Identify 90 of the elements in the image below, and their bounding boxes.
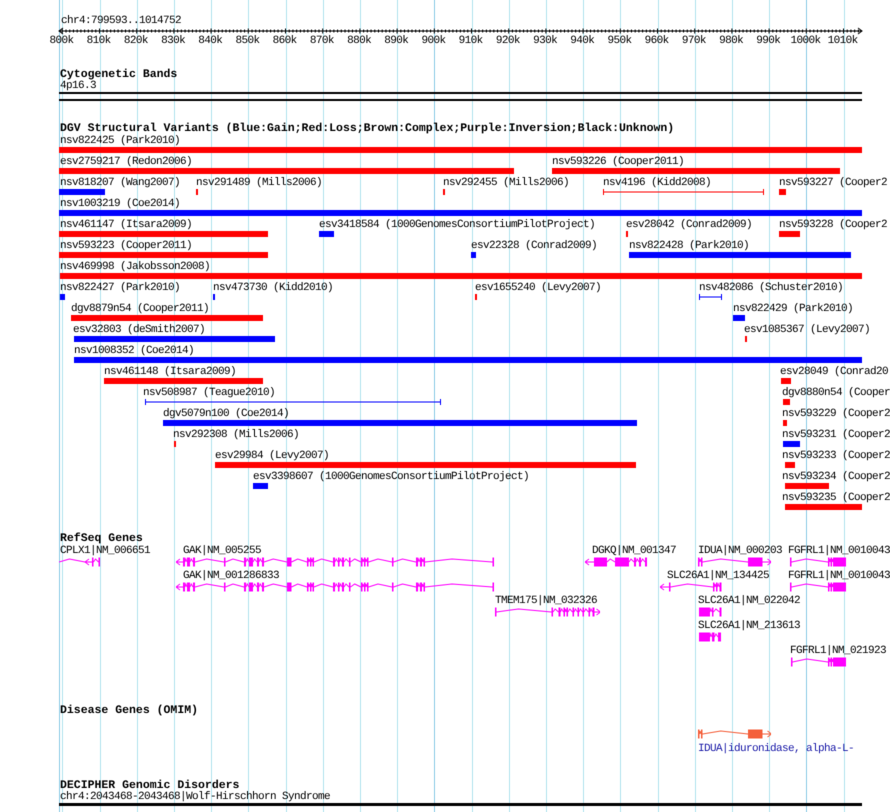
gene-label: IDUA|NM_000203 bbox=[698, 545, 782, 557]
tick-label: 890k bbox=[384, 34, 408, 48]
gene-model-drawing bbox=[791, 656, 846, 666]
track-title: DGV Structural Variants (Blue:Gain;Red:Loss;Brown:Complex;Purple:Inversion;Black:Unknown) bbox=[60, 122, 674, 135]
tick-label: 990k bbox=[756, 34, 780, 48]
tick-label: 910k bbox=[458, 34, 483, 48]
variant-label: esv2759217 (Redon2006) bbox=[60, 156, 192, 168]
tick-label: 810k bbox=[86, 34, 111, 48]
tick-label: 860k bbox=[272, 34, 297, 48]
gene-model-drawing bbox=[699, 606, 722, 616]
gene-label: TMEM175|NM_032326 bbox=[495, 595, 598, 607]
gene-label: FGFRL1|NM_0010043 bbox=[788, 570, 890, 582]
variant-label: nsv469998 (Jakobsson2008) bbox=[60, 261, 210, 273]
variant-label: nsv822425 (Park2010) bbox=[60, 135, 180, 147]
gene-model-drawing bbox=[59, 556, 100, 566]
position-label: chr4:799593..1014752 bbox=[61, 16, 182, 26]
tick-label: 820k bbox=[124, 34, 148, 48]
variant-label: esv22328 (Conrad2009) bbox=[471, 240, 598, 252]
variant-label: nsv593234 (Cooper2 bbox=[782, 471, 890, 483]
track-title: DECIPHER Genomic Disorders bbox=[60, 778, 240, 792]
track-title: Disease Genes (OMIM) bbox=[60, 704, 198, 717]
variant-label: nsv593226 (Cooper2011) bbox=[552, 156, 684, 168]
variant-label: esv32803 (deSmith2007) bbox=[73, 324, 206, 336]
variant-label: esv28042 (Conrad2009) bbox=[626, 219, 752, 231]
variant-label: nsv822428 (Park2010) bbox=[629, 240, 750, 252]
variant-label: nsv593231 (Cooper2 bbox=[782, 429, 890, 441]
tick-label: 880k bbox=[347, 34, 372, 48]
variant-label: nsv593233 (Cooper2 bbox=[782, 450, 890, 462]
tick-label: 1010k bbox=[828, 34, 858, 48]
variant-label: nsv292308 (Mills2006) bbox=[173, 429, 300, 441]
gene-model-drawing bbox=[790, 582, 846, 592]
variant-label: dgv5079n100 (Coe2014) bbox=[163, 408, 290, 420]
gene-model-drawing bbox=[699, 632, 721, 642]
tick-label: 840k bbox=[198, 34, 222, 48]
variant-label: dgv8880n54 (Cooper bbox=[782, 387, 890, 399]
variant-label: esv1085367 (Levy2007) bbox=[744, 324, 870, 336]
track-title: RefSeq Genes bbox=[60, 532, 143, 545]
gene-label: FGFRL1|NM_021923 bbox=[790, 645, 886, 657]
variant-label: nsv1008352 (Coe2014) bbox=[74, 345, 194, 357]
tick-label: 800k bbox=[50, 34, 74, 48]
variant-label: esv29984 (Levy2007) bbox=[215, 450, 330, 462]
tick-label: 830k bbox=[161, 34, 186, 48]
tick-label: 900k bbox=[422, 34, 446, 48]
variant-label: nsv508987 (Teague2010) bbox=[143, 387, 276, 399]
variant-label: nsv291489 (Mills2006) bbox=[196, 177, 322, 189]
variant-label: nsv593223 (Cooper2011) bbox=[60, 240, 192, 252]
tick-label: 970k bbox=[682, 34, 706, 48]
variant-label: nsv482086 (Schuster2010) bbox=[699, 282, 844, 294]
variant-label: nsv461148 (Itsara2009) bbox=[104, 366, 236, 378]
gene-label: GAK|NM_001286833 bbox=[183, 570, 280, 582]
variant-label: nsv593235 (Cooper2 bbox=[782, 492, 890, 504]
gene-label: SLC26A1|NM_022042 bbox=[698, 595, 800, 607]
variant-label: esv28049 (Conrad20 bbox=[780, 366, 888, 378]
variant-label: nsv593229 (Cooper2 bbox=[782, 408, 890, 420]
gene-model-drawing bbox=[585, 556, 647, 566]
tick-label: 940k bbox=[570, 34, 594, 48]
gene-model-drawing bbox=[790, 556, 846, 566]
variant-label: esv3418584 (1000GenomesConsortiumPilotProject) bbox=[319, 219, 596, 231]
tick-label: 870k bbox=[310, 34, 334, 48]
track-title: Cytogenetic Bands bbox=[60, 68, 178, 81]
tick-label: 850k bbox=[236, 34, 260, 48]
tick-label: 960k bbox=[644, 34, 669, 48]
variant-label: nsv4196 (Kidd2008) bbox=[603, 177, 712, 189]
variant-label: nsv1003219 (Coe2014) bbox=[60, 198, 180, 210]
variant-label: esv3398607 (1000GenomesConsortiumPilotProject) bbox=[253, 471, 530, 483]
gene-label: GAK|NM_005255 bbox=[183, 545, 262, 557]
band-label: 4p16.3 bbox=[60, 81, 96, 92]
variant-label: nsv461147 (Itsara2009) bbox=[60, 219, 192, 231]
tick-label: 920k bbox=[496, 34, 520, 48]
tick-label: 1000k bbox=[790, 34, 820, 48]
variant-label: nsv822427 (Park2010) bbox=[60, 282, 180, 294]
tick-label: 950k bbox=[608, 34, 632, 48]
gene-label: CPLX1|NM_006651 bbox=[60, 545, 150, 557]
variant-label: nsv593228 (Cooper2 bbox=[779, 219, 888, 231]
gene-label: DGKQ|NM_001347 bbox=[592, 545, 676, 557]
tick-label: 980k bbox=[719, 34, 744, 48]
disorder-label: chr4:2043468-2043468|Wolf-Hirschhorn Syndrome bbox=[60, 792, 330, 803]
variant-label: dgv8879n54 (Cooper2011) bbox=[71, 303, 210, 315]
disease-gene-label: IDUA|iduronidase, alpha-L- bbox=[698, 743, 854, 755]
variant-label: nsv593227 (Cooper2 bbox=[779, 177, 888, 189]
variant-label: nsv473730 (Kidd2010) bbox=[213, 282, 334, 294]
variant-label: esv1655240 (Levy2007) bbox=[475, 282, 602, 294]
variant-label: nsv292455 (Mills2006) bbox=[443, 177, 570, 189]
gene-label: FGFRL1|NM_0010043 bbox=[788, 545, 890, 557]
variant-label: nsv822429 (Park2010) bbox=[733, 303, 854, 315]
gene-model-drawing bbox=[660, 582, 722, 592]
gene-label: SLC26A1|NM_134425 bbox=[667, 570, 770, 582]
variant-label: nsv818207 (Wang2007) bbox=[60, 177, 180, 189]
tick-label: 930k bbox=[533, 34, 558, 48]
gene-label: SLC26A1|NM_213613 bbox=[698, 620, 800, 632]
